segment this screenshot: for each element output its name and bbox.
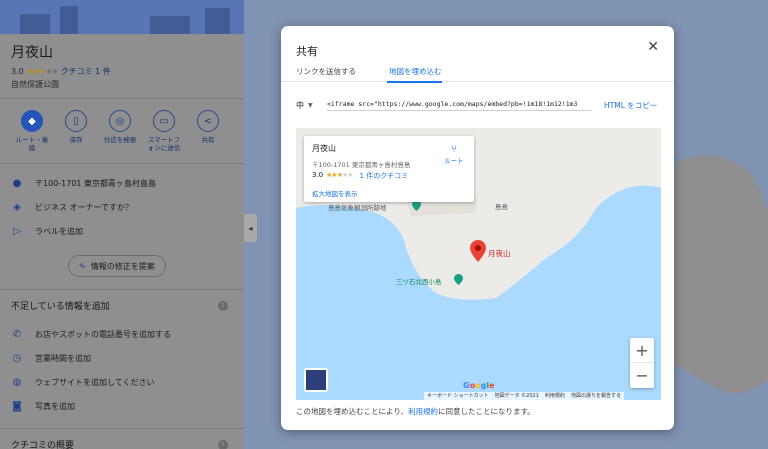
map-data-credit: 地図データ ©2021 [494, 393, 539, 399]
map-label-beach: 三ツ石北西小島 [396, 278, 442, 286]
pencil-icon: ✎ [79, 261, 86, 271]
share-dialog: 共有 ✕ リンクを送信する 地図を埋め込む 中 ▼ <iframe src="h… [281, 26, 674, 430]
rating-value: 3.0 [11, 67, 24, 76]
view-larger-map-link[interactable]: 拡大地図を表示 [312, 188, 358, 198]
phone-call-icon: ✆ [12, 329, 22, 340]
collapse-panel-button[interactable]: ◂ [244, 214, 257, 242]
card-title: 月夜山 [312, 144, 336, 153]
add-label-row[interactable]: ▷ ラベルを追加 [11, 226, 83, 237]
add-website-text: ウェブサイトを追加してください [35, 378, 155, 387]
google-logo: Google [463, 381, 495, 390]
dialog-title: 共有 [296, 45, 318, 58]
bookmark-icon: ▯ [65, 110, 87, 132]
add-hours-row[interactable]: ◷ 営業時間を追加 [11, 353, 91, 364]
terms-link[interactable]: 利用規約 [408, 407, 438, 416]
help-icon[interactable]: ? [218, 301, 228, 311]
place-rating: 3.0 ★★★★★ クチコミ 1 件 [11, 66, 111, 77]
card-directions-label: ルート [444, 157, 464, 165]
map-label-observatory: 島島気象観測所跡地 [328, 204, 387, 212]
embedded-map-preview[interactable]: 島島気象観測所跡地 島島 月夜山 三ツ石北西小島 月夜山 〒100-1701 東… [296, 128, 661, 400]
map-label-shimashima: 島島 [495, 203, 508, 211]
chevron-left-icon: ◂ [248, 223, 253, 233]
add-hours-text: 営業時間を追加 [35, 354, 91, 363]
zoom-out-button[interactable]: − [630, 363, 654, 388]
keyboard-shortcuts-link[interactable]: キーボード ショートカット [424, 392, 492, 400]
search-nearby-button[interactable]: ◎ 付近を検索 [98, 110, 142, 152]
divider [0, 163, 244, 164]
share-tabs: リンクを送信する 地図を埋め込む [281, 66, 674, 83]
poi-marker-icon[interactable] [454, 274, 463, 285]
shield-check-icon: ◈ [13, 202, 21, 213]
reviews-summary-heading: クチコミの概要 [11, 441, 75, 449]
tab-send-link[interactable]: リンクを送信する [296, 66, 356, 77]
card-address: 〒100-1701 東京都青ヶ島村島島 [312, 161, 411, 169]
location-pin-icon: ● [12, 178, 22, 189]
card-rating-stars: ★★★★★ [326, 171, 353, 179]
claim-business-row[interactable]: ◈ ビジネス オーナーですか？ [11, 202, 133, 213]
place-info-card: 月夜山 〒100-1701 東京都青ヶ島村島島 3.0 ★★★★★ 1 件のクチ… [304, 136, 474, 202]
add-photo-row[interactable]: ◙ 写真を追加 [11, 401, 75, 412]
missing-info-heading: 不足している情報を追加 [11, 302, 110, 312]
card-reviews-link[interactable]: 1 件のクチコミ [360, 171, 409, 181]
save-button[interactable]: ▯ 保存 [54, 110, 98, 152]
directions-button[interactable]: ◆ ルート・乗換 [10, 110, 54, 152]
action-buttons: ◆ ルート・乗換 ▯ 保存 ◎ 付近を検索 ▭ スマートフ ォンに送信 < 共有 [10, 110, 240, 152]
active-tab-indicator [387, 81, 442, 83]
card-rating-value: 3.0 [312, 171, 324, 179]
zoom-in-button[interactable]: + [630, 338, 654, 363]
clock-icon: ◷ [12, 353, 22, 364]
claim-business-text: ビジネス オーナーですか？ [35, 203, 134, 212]
add-phone-row[interactable]: ✆ お店やスポットの電話番号を追加する [11, 329, 171, 340]
tab-embed-map[interactable]: 地図を埋め込む [389, 66, 442, 77]
suggest-edit-button[interactable]: ✎ 情報の修正を提案 [68, 255, 166, 277]
suggest-edit-label: 情報の修正を提案 [90, 261, 155, 271]
directions-icon: ◆ [21, 110, 43, 132]
divider [0, 428, 244, 429]
add-label-text: ラベルを追加 [35, 227, 83, 236]
satellite-toggle-thumbnail[interactable] [304, 368, 328, 392]
add-website-row[interactable]: ◍ ウェブサイトを追加してください [11, 377, 155, 388]
close-icon[interactable]: ✕ [647, 39, 659, 55]
map-size-select[interactable]: 中 ▼ [296, 100, 313, 111]
pin-label: 月夜山 [488, 249, 511, 258]
map-pin-icon[interactable] [470, 240, 486, 262]
directions-icon: ⑂ [451, 144, 457, 155]
send-to-phone-button[interactable]: ▭ スマートフ ォンに送信 [142, 110, 186, 152]
share-button[interactable]: < 共有 [186, 110, 230, 152]
card-directions-button[interactable]: ⑂ ルート [439, 144, 469, 165]
caret-down-icon: ▼ [308, 102, 313, 109]
zoom-controls: + − [630, 338, 654, 388]
copy-html-button[interactable]: HTML をコピー [604, 100, 657, 111]
address-text: 〒100-1701 東京都青ヶ島村島島 [35, 179, 157, 188]
divider [0, 98, 244, 99]
map-terms-link[interactable]: 利用規約 [542, 392, 568, 400]
address-row[interactable]: ● 〒100-1701 東京都青ヶ島村島島 [11, 178, 156, 189]
report-error-link[interactable]: 地図の誤りを報告する [568, 392, 624, 400]
place-category[interactable]: 自然保護公園 [11, 79, 59, 90]
phone-icon: ▭ [153, 110, 175, 132]
map-size-value: 中 [296, 101, 304, 110]
place-hero-image[interactable] [0, 0, 244, 34]
map-attribution-bar: キーボード ショートカット 地図データ ©2021 利用規約 地図の誤りを報告す… [424, 392, 624, 400]
add-phone-text: お店やスポットの電話番号を追加する [35, 330, 171, 339]
review-count-link[interactable]: クチコミ 1 件 [61, 66, 111, 77]
help-icon[interactable]: ? [218, 440, 228, 449]
place-details-panel: 月夜山 3.0 ★★★★★ クチコミ 1 件 自然保護公園 ◆ ルート・乗換 ▯… [0, 0, 244, 449]
label-icon: ▷ [13, 226, 21, 237]
place-title: 月夜山 [11, 45, 53, 61]
embed-code-field[interactable]: <iframe src="https://www.google.com/maps… [327, 97, 592, 111]
camera-icon: ◙ [12, 401, 22, 412]
card-rating: 3.0 ★★★★★ 1 件のクチコミ [312, 171, 408, 181]
rating-stars: ★★★★★ [26, 67, 59, 76]
divider [0, 289, 244, 290]
nearby-icon: ◎ [109, 110, 131, 132]
embed-terms-notice: この地図を埋め込むことにより、利用規約に同意したことになります。 [296, 407, 535, 416]
globe-icon: ◍ [12, 377, 22, 388]
share-icon: < [197, 110, 219, 132]
add-photo-text: 写真を追加 [35, 402, 75, 411]
